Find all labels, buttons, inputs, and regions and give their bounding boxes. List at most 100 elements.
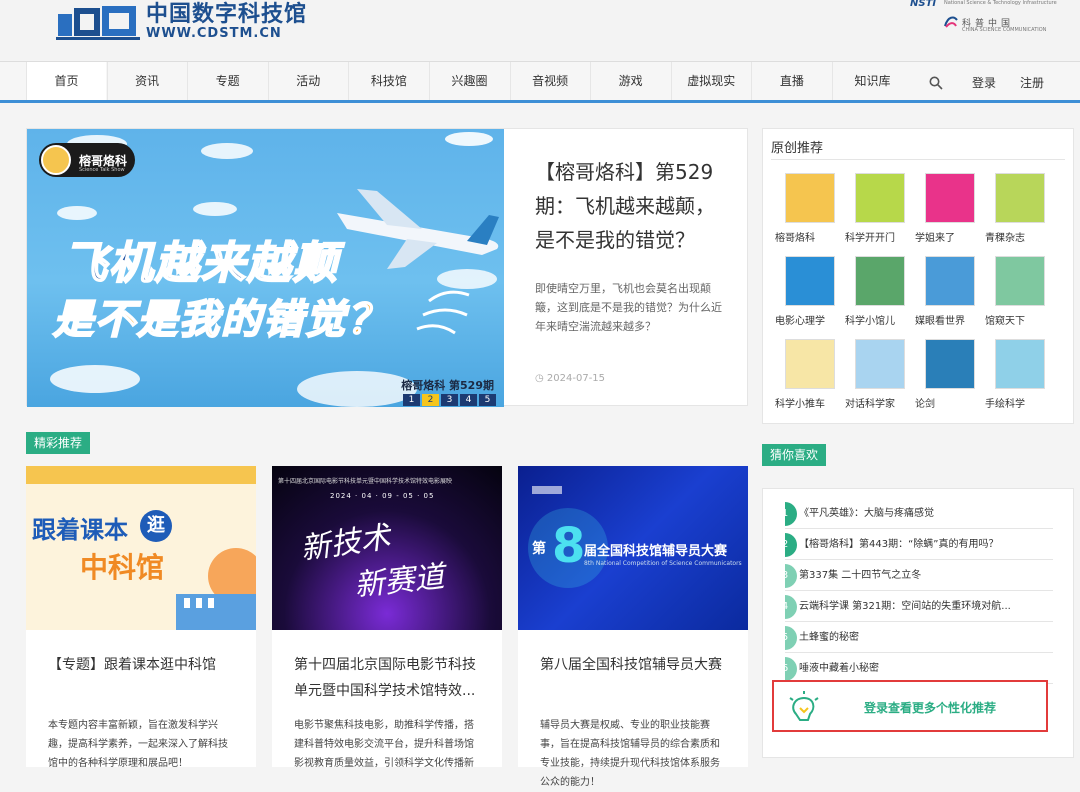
hero-image-title-2: 是不是我的错觉？ bbox=[52, 296, 389, 344]
site-logo[interactable]: 中国数字科技馆 WWW.CDSTM.CN bbox=[56, 2, 307, 42]
nav-item-10[interactable]: 直播 bbox=[751, 62, 832, 103]
nav-item-1[interactable]: 首页 bbox=[26, 62, 106, 103]
guess-item-5[interactable]: 5土蜂蜜的秘密 bbox=[785, 623, 1053, 653]
register-link[interactable]: 注册 bbox=[1014, 74, 1050, 91]
guess-item-text: 《平凡英雄》：大脑与疼痛感觉 bbox=[799, 508, 934, 519]
nav-item-label: 资讯 bbox=[135, 74, 160, 88]
hero-badge: 榕哥烙科 Science Talk Show bbox=[39, 143, 135, 177]
login-link[interactable]: 登录 bbox=[966, 74, 1002, 91]
hero-date: ◷ 2024-07-15 bbox=[535, 373, 605, 384]
hero-page-1[interactable]: 1 bbox=[403, 394, 420, 406]
clock-icon: ◷ bbox=[535, 373, 547, 384]
nav-item-8[interactable]: 游戏 bbox=[590, 62, 671, 103]
card-1-image-line2: 中科馆 bbox=[80, 551, 165, 584]
hero-image-title-1: 飞机越来越颠 bbox=[62, 237, 339, 290]
film-icon bbox=[785, 256, 835, 306]
featured-card-1[interactable]: 跟着课本 逛 中科馆 【专题】跟着课本逛中科馆 本专题内容丰富新颖，旨在激发科学… bbox=[26, 466, 256, 769]
window-icon bbox=[995, 256, 1045, 306]
original-item-1[interactable]: 榕哥烙科 bbox=[775, 173, 835, 244]
nav-item-label: 知识库 bbox=[854, 74, 891, 88]
original-recommend-title: 原创推荐 bbox=[771, 141, 824, 156]
hero-headline[interactable]: 【榕哥烙科】第529期：飞机越来越颠，是不是我的错觉？ bbox=[535, 155, 725, 257]
nav-item-11[interactable]: 知识库 bbox=[832, 62, 912, 103]
featured-card-2-title[interactable]: 第十四届北京国际电影节科技单元暨中国科学技术馆特效... bbox=[272, 630, 502, 708]
login-more-reco-button[interactable]: 登录查看更多个性化推荐 bbox=[772, 680, 1048, 732]
top-banner: 中国数字科技馆 WWW.CDSTM.CN NSTI National Scien… bbox=[0, 0, 1080, 60]
guess-item-2[interactable]: 2【榕哥烙科】第443期：“除螨”真的有用吗？ bbox=[785, 530, 1053, 560]
nav-item-label: 直播 bbox=[779, 74, 804, 88]
original-item-7[interactable]: 媒眼看世界 bbox=[915, 256, 975, 327]
original-item-8[interactable]: 馆窥天下 bbox=[985, 256, 1045, 327]
nav-item-9[interactable]: 虚拟现实 bbox=[670, 62, 751, 103]
kepu-en: CHINA SCIENCE COMMUNICATION bbox=[962, 27, 1047, 33]
nav-item-5[interactable]: 科技馆 bbox=[348, 62, 429, 103]
featured-card-2[interactable]: 第十四届北京国际电影节科技单元暨中国科学技术馆特效电影展映 2024 · 04 … bbox=[272, 466, 502, 769]
nav-item-label: 活动 bbox=[296, 74, 321, 88]
hero-feature[interactable]: 榕哥烙科 Science Talk Show 飞机越来越颠 是不是我的错觉？ 榕… bbox=[26, 128, 748, 407]
nav-item-label: 兴趣圈 bbox=[451, 74, 488, 88]
partner-logos[interactable]: NSTI National Science & Technology Infra… bbox=[910, 0, 1057, 40]
hero-page-2[interactable]: 2 bbox=[422, 394, 439, 406]
nav-item-6[interactable]: 兴趣圈 bbox=[429, 62, 509, 103]
nav-item-7[interactable]: 音视频 bbox=[509, 62, 590, 103]
original-item-3[interactable]: 学姐来了 bbox=[915, 173, 975, 244]
featured-card-1-image[interactable]: 跟着课本 逛 中科馆 bbox=[26, 466, 256, 630]
featured-card-3-image[interactable]: 第 8 届全国科技馆辅导员大赛 8th National Competition… bbox=[518, 466, 748, 630]
guess-item-3[interactable]: 3第337集 二十四节气之立冬 bbox=[785, 561, 1053, 591]
guess-item-4[interactable]: 4云端科学课 第321期：空间站的失重环境对航... bbox=[785, 592, 1053, 622]
hero-description: 即使晴空万里，飞机也会莫名出现颠簸，这到底是不是我的错觉？为什么近年来晴空湍流越… bbox=[535, 282, 722, 333]
original-item-label: 青稞杂志 bbox=[985, 233, 1025, 244]
hero-badge-sub: Science Talk Show bbox=[79, 167, 125, 173]
search-icon[interactable] bbox=[918, 64, 954, 102]
logo-title-en: WWW.CDSTM.CN bbox=[146, 26, 282, 41]
featured-card-3-title[interactable]: 第八届全国科技馆辅导员大赛 bbox=[518, 630, 748, 708]
hero-pagination: 12345 bbox=[401, 394, 496, 406]
guess-item-number: 3 bbox=[785, 564, 797, 588]
original-item-5[interactable]: 电影心理学 bbox=[775, 256, 835, 327]
nav-item-2[interactable]: 资讯 bbox=[106, 62, 187, 103]
guess-item-text: 云端科学课 第321期：空间站的失重环境对航... bbox=[799, 601, 1011, 612]
hero-page-5[interactable]: 5 bbox=[479, 394, 496, 406]
hero-page-3[interactable]: 3 bbox=[441, 394, 458, 406]
original-item-4[interactable]: 青稞杂志 bbox=[985, 173, 1045, 244]
flask-icon bbox=[995, 339, 1045, 389]
card-1-image-badge: 逛 bbox=[140, 510, 172, 542]
nav-item-label: 首页 bbox=[54, 74, 79, 88]
guess-item-number: 6 bbox=[785, 657, 797, 681]
hero-date-text: 2024-07-15 bbox=[546, 373, 606, 384]
login-more-reco-text: 登录查看更多个性化推荐 bbox=[864, 701, 997, 715]
original-item-10[interactable]: 对话科学家 bbox=[845, 339, 905, 410]
guess-item-number: 1 bbox=[785, 502, 797, 526]
original-item-2[interactable]: 科学开开门 bbox=[845, 173, 905, 244]
guess-item-1[interactable]: 1《平凡英雄》：大脑与疼痛感觉 bbox=[785, 499, 1053, 529]
kepu-logo-icon bbox=[944, 16, 958, 28]
card-3-image-sub: 8th National Competition of Science Comm… bbox=[584, 560, 742, 567]
card-2-image-banner: 第十四届北京国际电影节科技单元暨中国科学技术馆特效电影展映 bbox=[278, 478, 453, 485]
hero-image[interactable]: 榕哥烙科 Science Talk Show 飞机越来越颠 是不是我的错觉？ 榕… bbox=[27, 129, 504, 407]
featured-card-3[interactable]: 第 8 届全国科技馆辅导员大赛 8th National Competition… bbox=[518, 466, 748, 788]
original-item-11[interactable]: 论剑 bbox=[915, 339, 975, 410]
scientist-icon bbox=[855, 339, 905, 389]
guess-item-number: 4 bbox=[785, 595, 797, 619]
hero-page-4[interactable]: 4 bbox=[460, 394, 477, 406]
original-recommend-panel: 原创推荐 榕哥烙科 科学开开门 学姐来了 青稞杂志电影心理学 科学小馆儿 媒眼看世界 馆窥天… bbox=[762, 128, 1074, 424]
featured-card-2-image[interactable]: 第十四届北京国际电影节科技单元暨中国科学技术馆特效电影展映 2024 · 04 … bbox=[272, 466, 502, 630]
cdstm-logo-mark-icon bbox=[56, 6, 140, 40]
featured-card-1-title[interactable]: 【专题】跟着课本逛中科馆 bbox=[26, 630, 256, 708]
card-2-image-line2: 新赛道 bbox=[352, 559, 446, 604]
nsti-subtitle: National Science & Technology Infrastruc… bbox=[944, 0, 1057, 6]
guess-item-text: 土蜂蜜的秘密 bbox=[799, 632, 859, 643]
nav-item-3[interactable]: 专题 bbox=[187, 62, 268, 103]
host-face-icon bbox=[41, 145, 71, 175]
card-2-image-dates: 2024 · 04 · 09 - 05 · 05 bbox=[330, 492, 435, 500]
guess-item-text: 唾液中藏着小秘密 bbox=[799, 663, 879, 674]
original-item-9[interactable]: 科学小推车 bbox=[775, 339, 835, 410]
original-item-label: 科学开开门 bbox=[845, 233, 895, 244]
original-item-12[interactable]: 手绘科学 bbox=[985, 339, 1045, 410]
original-item-6[interactable]: 科学小馆儿 bbox=[845, 256, 905, 327]
hero-image-caption: 榕哥烙科 第529期 bbox=[401, 379, 494, 392]
nav-item-4[interactable]: 活动 bbox=[267, 62, 348, 103]
guess-item-text: 第337集 二十四节气之立冬 bbox=[799, 570, 922, 581]
original-item-label: 手绘科学 bbox=[985, 399, 1025, 410]
original-item-label: 学姐来了 bbox=[915, 233, 955, 244]
